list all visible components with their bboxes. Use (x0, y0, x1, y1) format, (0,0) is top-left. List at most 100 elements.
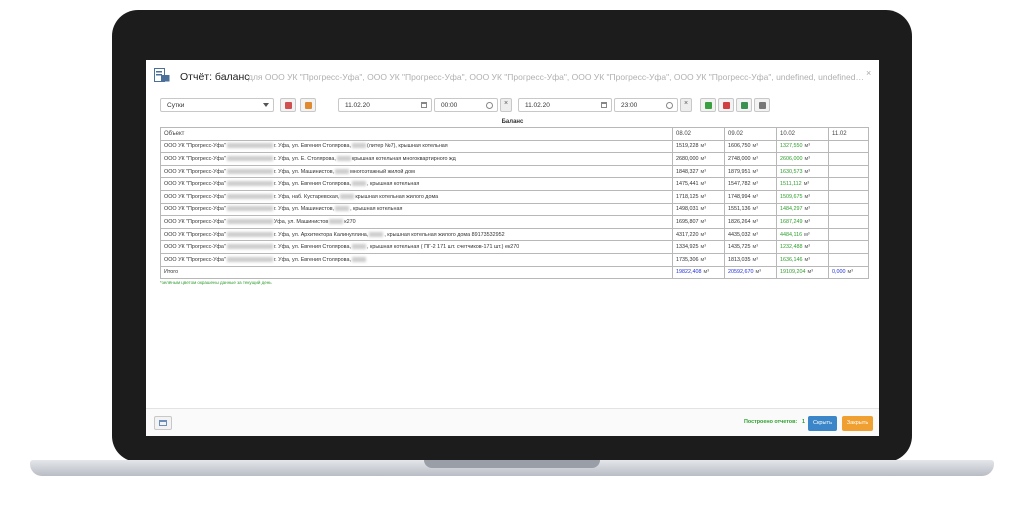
redacted-text (351, 244, 366, 250)
clear-to-button[interactable]: × (680, 98, 692, 112)
calendar-icon (601, 102, 607, 108)
export-pdf-button[interactable] (718, 98, 734, 112)
value-cell: 1606,750 м³ (724, 139, 777, 154)
calendar-settings-button[interactable] (280, 98, 296, 112)
total-value: 19109,204 м³ (776, 265, 829, 280)
window-icon (159, 420, 167, 426)
reports-built-label: Построено отчетов: (744, 419, 798, 425)
calendar-export-icon (305, 102, 312, 109)
value-cell: 1435,725 м³ (724, 240, 777, 254)
excel-icon (741, 102, 748, 109)
hide-button[interactable]: Скрыть (808, 416, 837, 431)
value-cell: 1695,807 м³ (672, 215, 725, 229)
value-cell-current: 1630,573 м³ (776, 164, 829, 179)
table-row: ООО УК "Прогресс-Уфа" г. Уфа, ул. Евгения… (160, 240, 869, 254)
value-cell: 1519,228 м³ (672, 139, 725, 154)
value-cell: 1498,031 м³ (672, 202, 725, 217)
object-cell: ООО УК "Прогресс-Уфа" г. Уфа, ул. Машинис… (160, 202, 673, 217)
calendar-export-button[interactable] (300, 98, 316, 112)
object-cell: ООО УК "Прогресс-Уфа" г. Уфа, ул. Евгения… (160, 240, 673, 254)
date-from-input[interactable]: 11.02.20 (338, 98, 432, 112)
value-cell-current: 4484,116 м³ (776, 227, 829, 242)
pdf-icon (723, 102, 730, 109)
dialog-title: Отчёт: баланс (180, 71, 250, 83)
time-to-value: 23:00 (621, 102, 638, 109)
chevron-down-icon (263, 103, 269, 107)
redacted-text (226, 219, 273, 225)
clock-icon (666, 102, 673, 109)
clear-from-button[interactable]: × (500, 98, 512, 112)
footnote: *зелёным цветом окрашены данные за текущ… (160, 280, 272, 285)
date-from-value: 11.02.20 (345, 102, 370, 109)
printer-icon (759, 102, 766, 109)
reports-built-count: 1 (802, 419, 805, 425)
value-cell: 1547,782 м³ (724, 177, 777, 191)
refresh-button[interactable] (700, 98, 716, 112)
value-cell-current: 1636,146 м³ (776, 252, 829, 267)
close-icon[interactable]: × (866, 68, 871, 78)
value-cell-empty (828, 189, 869, 204)
redacted-text (340, 193, 355, 199)
table-row: ООО УК "Прогресс-Уфа" г. Уфа, ул. Евгения… (160, 139, 869, 154)
total-row: Итого 19822,408 м³ 20592,670 м³ 19109,204 м… (160, 265, 869, 280)
value-cell: 1879,951 м³ (724, 164, 777, 179)
value-cell-current: 1687,249 м³ (776, 215, 829, 229)
redacted-text (226, 193, 273, 199)
value-cell-empty (828, 227, 869, 242)
clear-icon: × (504, 100, 509, 107)
time-from-input[interactable]: 00:00 (434, 98, 498, 112)
time-to-input[interactable]: 23:00 (614, 98, 678, 112)
value-cell-empty (828, 177, 869, 191)
value-cell-current: 2606,000 м³ (776, 152, 829, 166)
object-cell: ООО УК "Прогресс-Уфа" г. Уфа, ул. Евгения… (160, 252, 673, 267)
redacted-text (226, 244, 273, 250)
value-cell-current: 1509,675 м³ (776, 189, 829, 204)
redacted-text (335, 168, 350, 174)
value-cell: 1826,264 м³ (724, 215, 777, 229)
column-header-date: 11.02 (828, 127, 869, 141)
column-header-date: 10.02 (776, 127, 829, 141)
value-cell: 1551,136 м³ (724, 202, 777, 217)
value-cell: 1735,306 м³ (672, 252, 725, 267)
total-value: 0,000 м³ (828, 265, 869, 280)
date-to-input[interactable]: 11.02.20 (518, 98, 612, 112)
period-select[interactable]: Сутки (160, 98, 274, 112)
redacted-text (335, 206, 350, 212)
clock-icon (486, 102, 493, 109)
object-cell: ООО УК "Прогресс-Уфа" г. Уфа, ул. Машинис… (160, 164, 673, 179)
value-cell-current: 1484,297 м³ (776, 202, 829, 217)
table-row: ООО УК "Прогресс-Уфа" г. Уфа, ул. Евгения… (160, 252, 869, 267)
report-icon (154, 68, 170, 82)
redacted-text (351, 143, 366, 149)
export-excel-button[interactable] (736, 98, 752, 112)
print-button[interactable] (754, 98, 770, 112)
redacted-text (226, 156, 273, 162)
value-cell-empty (828, 252, 869, 267)
value-cell-current: 1232,488 м³ (776, 240, 829, 254)
table-row: ООО УК "Прогресс-Уфа" Уфа, ул. Машинистов… (160, 215, 869, 229)
value-cell: 1475,441 м³ (672, 177, 725, 191)
layout-toggle-button[interactable] (154, 416, 172, 430)
redacted-text (226, 181, 273, 187)
close-button[interactable]: Закрыть (842, 416, 873, 431)
table-row: ООО УК "Прогресс-Уфа" г. Уфа, ул. Е. Стол… (160, 152, 869, 166)
value-cell-current: 1511,112 м³ (776, 177, 829, 191)
value-cell: 1748,994 м³ (724, 189, 777, 204)
table-header-row: Объект 08.02 09.02 10.02 11.02 (160, 127, 869, 141)
table-row: ООО УК "Прогресс-Уфа" г. Уфа, наб. Кустар… (160, 189, 869, 204)
table-row: ООО УК "Прогресс-Уфа" г. Уфа, ул. Евгения… (160, 177, 869, 191)
column-header-date: 08.02 (672, 127, 725, 141)
period-select-value: Сутки (167, 102, 185, 109)
clear-icon: × (684, 100, 689, 107)
redacted-text (226, 231, 273, 237)
table-row: ООО УК "Прогресс-Уфа" г. Уфа, ул. Машинис… (160, 164, 869, 179)
table-caption: Баланс (501, 119, 524, 125)
value-cell-empty (828, 139, 869, 154)
time-from-value: 00:00 (441, 102, 458, 109)
total-value: 19822,408 м³ (672, 265, 725, 280)
report-dialog: Отчёт: баланс для ООО УК "Прогресс-Уфа",… (146, 60, 879, 436)
redacted-text (226, 168, 273, 174)
value-cell: 4435,032 м³ (724, 227, 777, 242)
value-cell: 1334,925 м³ (672, 240, 725, 254)
table-row: ООО УК "Прогресс-Уфа" г. Уфа, ул. Архитек… (160, 227, 869, 242)
